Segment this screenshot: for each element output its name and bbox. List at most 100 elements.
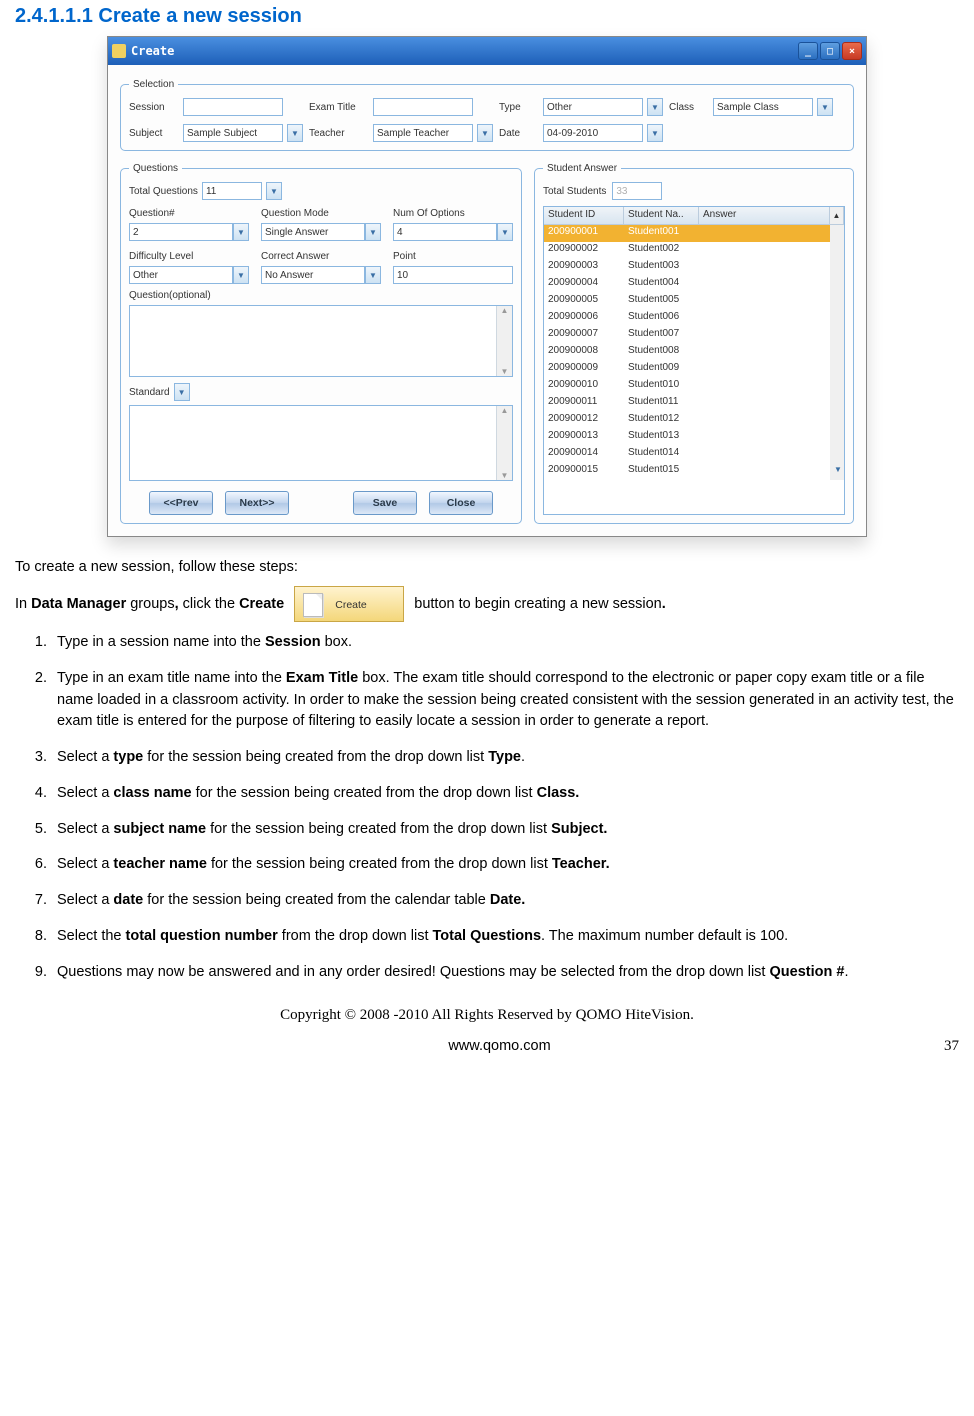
chevron-down-icon[interactable]: ▼: [817, 98, 833, 116]
scrollbar-track[interactable]: [830, 327, 844, 344]
cell-answer: [699, 259, 830, 276]
close-button[interactable]: Close: [429, 491, 493, 515]
scroll-down-icon[interactable]: ▼: [501, 471, 509, 480]
exam-title-input[interactable]: [373, 98, 473, 116]
scrollbar-track[interactable]: [830, 378, 844, 395]
scroll-down-icon[interactable]: ▼: [501, 367, 509, 376]
chevron-down-icon[interactable]: ▼: [233, 223, 249, 241]
difficulty-select[interactable]: Other: [129, 266, 233, 284]
num-options-select[interactable]: 4: [393, 223, 497, 241]
chevron-down-icon[interactable]: ▼: [174, 383, 190, 401]
class-select[interactable]: Sample Class: [713, 98, 813, 116]
scroll-up-icon[interactable]: ▲: [501, 406, 509, 415]
chevron-down-icon[interactable]: ▼: [497, 223, 513, 241]
col-student-id[interactable]: Student ID: [544, 207, 624, 224]
cell-student-name: Student007: [624, 327, 699, 344]
save-button[interactable]: Save: [353, 491, 417, 515]
step-7: Select a date for the session being crea…: [51, 890, 959, 912]
scroll-down-icon[interactable]: ▼: [830, 463, 844, 480]
cell-student-id: 200900001: [544, 225, 624, 242]
table-row[interactable]: 200900006Student006: [544, 310, 844, 327]
cell-answer: [699, 225, 830, 242]
table-row[interactable]: 200900005Student005: [544, 293, 844, 310]
scrollbar-track[interactable]: [830, 225, 844, 242]
minimize-button[interactable]: _: [798, 42, 818, 60]
scrollbar-track[interactable]: [830, 242, 844, 259]
cell-student-name: Student012: [624, 412, 699, 429]
scrollbar-track[interactable]: [830, 293, 844, 310]
scrollbar-track[interactable]: [830, 446, 844, 463]
table-row[interactable]: 200900013Student013: [544, 429, 844, 446]
question-mode-select[interactable]: Single Answer: [261, 223, 365, 241]
chevron-down-icon[interactable]: ▼: [647, 124, 663, 142]
standard-textarea[interactable]: ▲▼: [129, 405, 513, 481]
cell-student-id: 200900004: [544, 276, 624, 293]
chevron-down-icon[interactable]: ▼: [233, 266, 249, 284]
chevron-down-icon[interactable]: ▼: [647, 98, 663, 116]
table-row[interactable]: 200900009Student009: [544, 361, 844, 378]
col-student-name[interactable]: Student Na..: [624, 207, 699, 224]
cell-student-id: 200900007: [544, 327, 624, 344]
subject-select[interactable]: Sample Subject: [183, 124, 283, 142]
total-questions-select[interactable]: 11: [202, 182, 262, 200]
table-row[interactable]: 200900015Student015▼: [544, 463, 844, 480]
chevron-down-icon[interactable]: ▼: [477, 124, 493, 142]
cell-student-name: Student010: [624, 378, 699, 395]
step-3: Select a type for the session being crea…: [51, 747, 959, 769]
scrollbar-track[interactable]: [830, 276, 844, 293]
page-number: 37: [944, 1038, 959, 1055]
table-row[interactable]: 200900001Student001: [544, 225, 844, 242]
cell-student-name: Student002: [624, 242, 699, 259]
table-row[interactable]: 200900012Student012: [544, 412, 844, 429]
cell-student-id: 200900014: [544, 446, 624, 463]
student-answer-legend: Student Answer: [543, 163, 621, 174]
table-row[interactable]: 200900003Student003: [544, 259, 844, 276]
cell-student-name: Student013: [624, 429, 699, 446]
question-optional-label: Question(optional): [129, 290, 513, 301]
create-toolbar-button[interactable]: Create: [294, 586, 404, 622]
scrollbar-track[interactable]: [830, 310, 844, 327]
cell-student-id: 200900003: [544, 259, 624, 276]
table-row[interactable]: 200900008Student008: [544, 344, 844, 361]
scrollbar-track[interactable]: [830, 412, 844, 429]
student-table[interactable]: Student ID Student Na.. Answer ▲ 2009000…: [543, 206, 845, 515]
cell-answer: [699, 344, 830, 361]
cell-answer: [699, 276, 830, 293]
chevron-down-icon[interactable]: ▼: [365, 266, 381, 284]
teacher-select[interactable]: Sample Teacher: [373, 124, 473, 142]
cell-student-id: 200900006: [544, 310, 624, 327]
chevron-down-icon[interactable]: ▼: [365, 223, 381, 241]
chevron-down-icon[interactable]: ▼: [287, 124, 303, 142]
scroll-up-icon[interactable]: ▲: [830, 207, 844, 224]
session-input[interactable]: [183, 98, 283, 116]
question-optional-textarea[interactable]: ▲▼: [129, 305, 513, 377]
table-row[interactable]: 200900004Student004: [544, 276, 844, 293]
question-number-select[interactable]: 2: [129, 223, 233, 241]
selection-legend: Selection: [129, 79, 178, 90]
scrollbar-track[interactable]: [830, 344, 844, 361]
type-select[interactable]: Other: [543, 98, 643, 116]
date-picker[interactable]: 04-09-2010: [543, 124, 643, 142]
point-input[interactable]: 10: [393, 266, 513, 284]
correct-answer-select[interactable]: No Answer: [261, 266, 365, 284]
scroll-up-icon[interactable]: ▲: [501, 306, 509, 315]
footer-url[interactable]: www.qomo.com: [448, 1038, 550, 1054]
next-button[interactable]: Next>>: [225, 491, 289, 515]
maximize-button[interactable]: □: [820, 42, 840, 60]
table-row[interactable]: 200900014Student014: [544, 446, 844, 463]
table-row[interactable]: 200900011Student011: [544, 395, 844, 412]
table-row[interactable]: 200900002Student002: [544, 242, 844, 259]
table-row[interactable]: 200900010Student010: [544, 378, 844, 395]
scrollbar-track[interactable]: [830, 259, 844, 276]
close-window-button[interactable]: ×: [842, 42, 862, 60]
scrollbar-track[interactable]: [830, 361, 844, 378]
scrollbar-track[interactable]: [830, 395, 844, 412]
prev-button[interactable]: <<Prev: [149, 491, 213, 515]
cell-answer: [699, 293, 830, 310]
scrollbar-track[interactable]: [830, 429, 844, 446]
col-answer[interactable]: Answer: [699, 207, 830, 224]
chevron-down-icon[interactable]: ▼: [266, 182, 282, 200]
difficulty-label: Difficulty Level: [129, 251, 249, 262]
create-button-label: Create: [335, 598, 367, 613]
table-row[interactable]: 200900007Student007: [544, 327, 844, 344]
